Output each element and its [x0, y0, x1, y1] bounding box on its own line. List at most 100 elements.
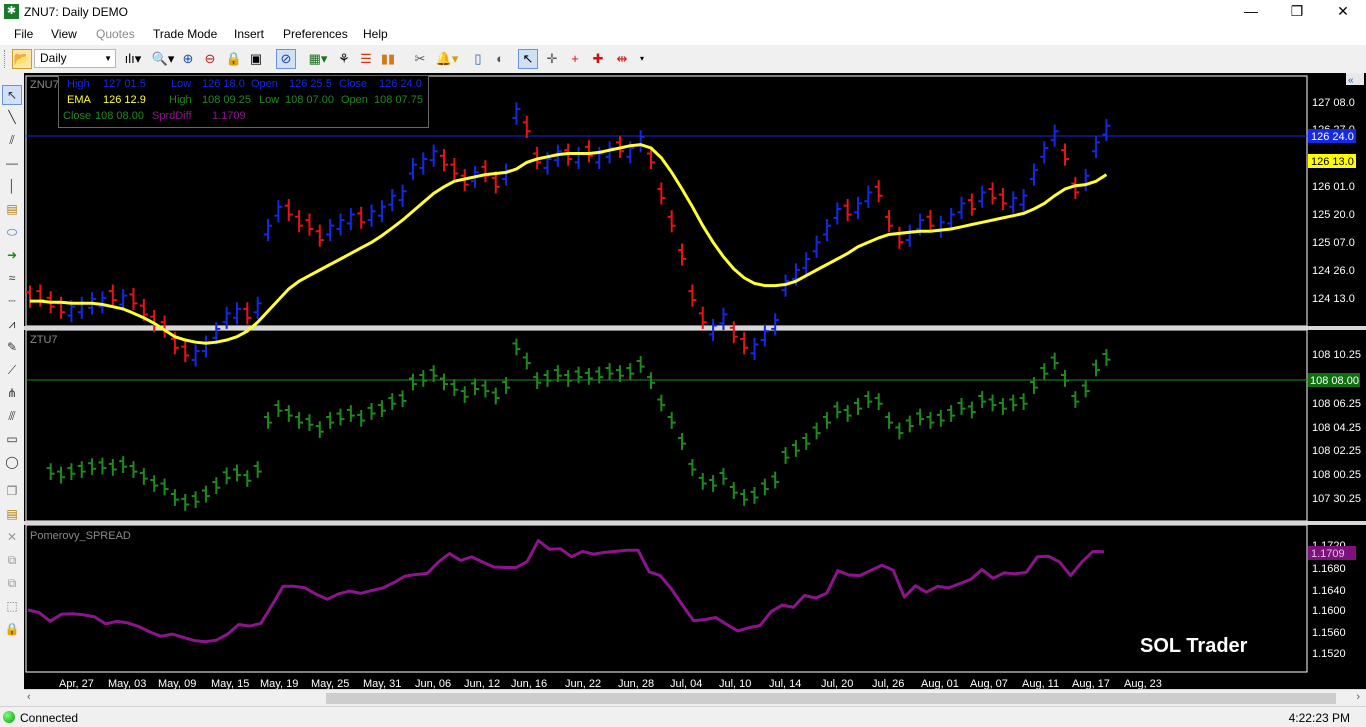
price-bar [139, 468, 148, 485]
select-tool-icon[interactable]: ⬚ [2, 596, 22, 616]
menu-trade-mode[interactable]: Trade Mode [153, 27, 217, 41]
spread-tick: 1.1640 [1312, 585, 1346, 597]
pointer-icon[interactable]: ↖ [518, 49, 538, 69]
price-bar [822, 218, 831, 242]
indicator-icon[interactable]: ▦▾ [305, 49, 331, 69]
ellipse-tool-icon[interactable]: ⬭ [2, 222, 22, 242]
price-bar [595, 146, 604, 170]
template-tool-icon[interactable]: ▤ [2, 504, 22, 524]
chart-canvas[interactable]: ZNU7 ZTU7 Pomerovy_SPREAD 127 08.0 126 2… [24, 73, 1366, 690]
lock-tool-icon[interactable]: 🔒 [2, 619, 22, 639]
color-bars-icon[interactable]: ☰ [356, 49, 376, 69]
close-icon[interactable]: ✕ [1320, 0, 1366, 24]
price-bar [408, 373, 417, 391]
price-bar [522, 352, 531, 370]
more-icon[interactable]: ▾ [636, 49, 648, 69]
chart-area[interactable]: ZNU7 ZTU7 Pomerovy_SPREAD 127 08.0 126 2… [24, 73, 1366, 690]
cross-red-icon[interactable]: + [565, 49, 585, 69]
price-bar [781, 447, 790, 464]
ztu-price-axis: 108 10.25 108 06.25 108 04.25 108 02.25 … [1312, 349, 1361, 505]
znu-tick: 126 01.0 [1312, 181, 1355, 193]
hline-tool-icon[interactable]: — [2, 153, 22, 173]
oval-tool-icon[interactable]: ◯ [2, 452, 22, 472]
pane-splitter-1[interactable] [24, 326, 1366, 330]
price-bar [471, 378, 480, 396]
zoom-dropdown-icon[interactable]: 🔍▾ [150, 49, 176, 69]
scroll-thumb[interactable] [326, 693, 1336, 704]
crosshair-circle-icon[interactable]: ⊘ [276, 49, 296, 69]
price-bar [605, 141, 614, 164]
mouse-icon[interactable]: ◐ [490, 49, 510, 69]
price-bar [377, 400, 386, 417]
date-tick-label: Jul, 26 [872, 678, 904, 689]
price-bar [1081, 169, 1090, 192]
price-bar [243, 470, 252, 487]
scroll-left-icon[interactable]: ‹ [27, 691, 31, 703]
scroll-right-icon[interactable]: › [1356, 691, 1360, 703]
price-bar [1019, 189, 1028, 212]
app-icon[interactable]: ✱ [4, 4, 19, 19]
copy-tool-icon[interactable]: ⧉ [2, 550, 22, 570]
price-bar [967, 401, 976, 419]
ztu-tick: 108 10.25 [1312, 349, 1361, 361]
maximize-icon[interactable]: ❐ [1274, 0, 1320, 24]
vline-tool-icon[interactable]: │ [2, 176, 22, 196]
line-tool-icon[interactable]: ╲ [2, 107, 22, 127]
period-select[interactable]: Daily ▼ [34, 49, 116, 68]
pane-splitter-2[interactable] [24, 521, 1366, 525]
price-bar [129, 287, 138, 311]
pen-tool-icon[interactable]: ✎ [2, 337, 22, 357]
menu-bar: File View Quotes Trade Mode Insert Prefe… [0, 24, 1366, 45]
price-bar [978, 185, 987, 208]
parallel-tool-icon[interactable]: ⫽ [2, 130, 22, 150]
menu-preferences[interactable]: Preferences [283, 27, 348, 41]
ztu-bars [46, 338, 1111, 511]
fib-tool-icon[interactable]: ⩘ [2, 314, 22, 334]
price-bar [377, 200, 386, 223]
crosshair-icon[interactable]: ✛ [542, 49, 562, 69]
scissors-icon[interactable]: ✂ [410, 49, 430, 69]
menu-file[interactable]: File [14, 27, 33, 41]
date-tick-label: Jul, 20 [821, 678, 853, 689]
tree-icon[interactable]: ⚘ [334, 49, 354, 69]
zoom-in-icon[interactable]: ⊕ [178, 49, 198, 69]
arrow-cross-red-icon[interactable]: ⇹ [612, 49, 632, 69]
data-window[interactable]: High 127 01.5 Low 126 18.0 Open 126 25.5… [58, 75, 429, 128]
channel-tool-icon[interactable]: ⫻ [2, 406, 22, 426]
menu-help[interactable]: Help [363, 27, 388, 41]
horizontal-scrollbar[interactable]: ‹ › [24, 689, 1366, 707]
pitchfork-tool-icon[interactable]: ⋔ [2, 383, 22, 403]
zoom-out-icon[interactable]: ⊖ [200, 49, 220, 69]
price-bar [1029, 163, 1038, 186]
toolbar-grip[interactable] [4, 50, 8, 68]
znu-tick: 127 08.0 [1312, 97, 1355, 109]
lock-icon[interactable]: 🔒 [224, 49, 244, 69]
znu-price-axis: 127 08.0 126 27.0 126 01.0 125 20.0 125 … [1312, 97, 1355, 305]
minimize-icon[interactable]: — [1228, 0, 1274, 24]
layers-tool-icon[interactable]: ❐ [2, 481, 22, 501]
price-bar [1081, 380, 1090, 398]
delete-tool-icon[interactable]: ✕ [2, 527, 22, 547]
ema-line [30, 143, 1108, 345]
target-red-icon[interactable]: ✚ [588, 49, 608, 69]
bell-icon[interactable]: 🔔▾ [434, 49, 460, 69]
menu-quotes[interactable]: Quotes [96, 27, 135, 41]
rect-tool-icon[interactable]: ▭ [2, 429, 22, 449]
arrow-tool-icon[interactable]: ➜ [2, 245, 22, 265]
volume-bars-icon[interactable]: ▮▮ [378, 49, 398, 69]
wave-tool-icon[interactable]: ≈ [2, 268, 22, 288]
phone-icon[interactable]: ▯ [468, 49, 488, 69]
note-tool-icon[interactable]: ▤ [2, 199, 22, 219]
price-bar [336, 213, 345, 236]
bar-style-icon[interactable]: ılı▾ [120, 49, 146, 69]
menu-insert[interactable]: Insert [234, 27, 264, 41]
cursor-tool-icon[interactable]: ↖ [2, 85, 22, 105]
stack-tool-icon[interactable]: ⧉ [2, 573, 22, 593]
price-bar [564, 370, 573, 387]
gann-tool-icon[interactable]: ⟋ [2, 360, 22, 380]
menu-view[interactable]: View [51, 27, 77, 41]
fit-icon[interactable]: ▣ [246, 49, 266, 69]
window-title: ZNU7: Daily DEMO [24, 5, 129, 19]
open-folder-icon[interactable]: 📂 [12, 49, 32, 69]
dotted-tool-icon[interactable]: ┈ [2, 291, 22, 311]
